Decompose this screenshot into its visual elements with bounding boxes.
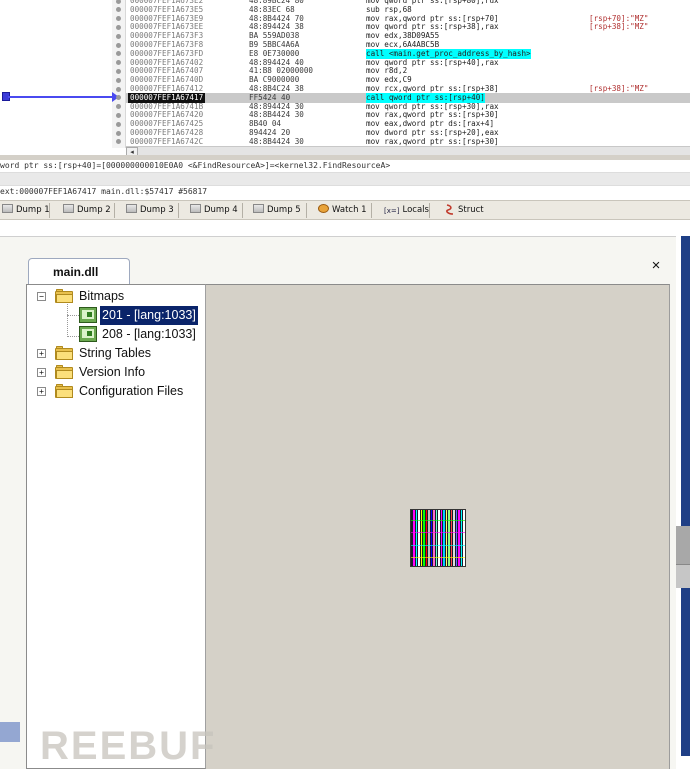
breakpoint-dot-icon[interactable] (116, 130, 121, 136)
tree-node-bitmap-208[interactable]: 208 - [lang:1033] (27, 325, 205, 344)
tree-node-label: Bitmaps (79, 289, 125, 303)
watermark-logo-icon (0, 722, 20, 742)
tree-node-string-tables[interactable]: + String Tables (27, 344, 205, 363)
tab-struct[interactable]: Struct (443, 203, 489, 218)
bitmap-icon (79, 307, 97, 323)
tab-label: Dump 1 (16, 205, 50, 215)
tab-dump-3[interactable]: Dump 3 (124, 203, 179, 218)
dump-icon (63, 204, 74, 213)
bitmap-icon (79, 326, 97, 342)
tab-dump-5[interactable]: Dump 5 (251, 203, 307, 218)
document-tab-main-dll[interactable]: main.dll (28, 258, 130, 284)
locals-icon: [x=] (384, 207, 400, 215)
breakpoint-dot-icon[interactable] (116, 77, 121, 83)
rip-arrow-line (8, 96, 116, 98)
dump-icon (126, 204, 137, 213)
tree-node-label: 201 - [lang:1033] (99, 305, 199, 326)
info-line-operand: word ptr ss:[rsp+40]=[000000000010E0A0 <… (0, 160, 690, 172)
tab-label: Dump 5 (267, 205, 301, 215)
background-scroll-part-2 (676, 564, 690, 588)
background-window-edge (681, 236, 690, 756)
tree-node-bitmap-201[interactable]: 201 - [lang:1033] (27, 305, 205, 326)
tree-node-label: Configuration Files (79, 384, 184, 398)
dump-icon (253, 204, 264, 213)
expand-icon[interactable]: + (37, 349, 46, 358)
watch-icon (318, 204, 329, 213)
branch-gutter (0, 0, 112, 148)
close-icon[interactable]: × (648, 258, 664, 274)
breakpoint-dot-icon[interactable] (116, 42, 121, 48)
bitmap-preview-image (410, 509, 466, 567)
folder-icon (55, 365, 73, 379)
collapse-icon[interactable]: − (37, 292, 46, 301)
tab-label: Watch 1 (332, 205, 367, 215)
expand-icon[interactable]: + (37, 368, 46, 377)
expand-icon[interactable]: + (37, 387, 46, 396)
disassembly-pane[interactable]: 000007FEF1A673E2 48:89BC24 80 mov qword pt… (0, 0, 690, 148)
breakpoint-dot-icon[interactable] (116, 0, 121, 4)
document-tab-label: main.dll (53, 265, 99, 279)
breakpoint-dot-icon[interactable] (116, 24, 121, 30)
dump-icon (190, 204, 201, 213)
watermark-text: REEBUF (40, 724, 217, 768)
tab-label: Dump 2 (77, 205, 111, 215)
watermark: REEBUF (0, 722, 214, 769)
folder-icon (55, 384, 73, 398)
tree-node-label: String Tables (79, 346, 152, 360)
folder-icon (55, 289, 73, 303)
folder-icon (55, 346, 73, 360)
dump-icon (2, 204, 13, 213)
info-line-address: ext:000007FEF1A67417 main.dll:$57417 #56… (0, 186, 690, 198)
background-scroll-part (676, 526, 690, 566)
breakpoint-dot-icon[interactable] (116, 33, 121, 39)
breakpoint-dot-icon[interactable] (116, 112, 121, 118)
breakpoint-dot-icon[interactable] (116, 68, 121, 74)
tree-node-label: Version Info (79, 365, 146, 379)
tab-locals[interactable]: [x=] Locals (382, 203, 430, 218)
struct-icon (445, 204, 455, 215)
tree-node-version-info[interactable]: + Version Info (27, 363, 205, 382)
tab-label: Struct (458, 205, 484, 215)
tab-watch-1[interactable]: Watch 1 (316, 203, 372, 218)
tab-label: Dump 4 (204, 205, 238, 215)
tree-node-label: 208 - [lang:1033] (102, 327, 196, 341)
tab-dump-4[interactable]: Dump 4 (188, 203, 243, 218)
info-separator (0, 172, 690, 186)
tab-label: Locals (402, 205, 429, 215)
tab-dump-2[interactable]: Dump 2 (61, 203, 115, 218)
resource-tree[interactable]: − Bitmaps 201 - [lang:1033] 208 - [lang:… (26, 284, 206, 769)
tree-node-configuration-files[interactable]: + Configuration Files (27, 382, 205, 401)
breakpoint-dot-icon[interactable] (116, 121, 121, 127)
tab-label: Dump 3 (140, 205, 174, 215)
resource-viewer-window: main.dll × − Bitmaps 201 - [lang:1033] 2… (0, 236, 690, 769)
breakpoint-dot-icon[interactable] (116, 86, 121, 92)
dump-tabs-bar: Dump 1 Dump 2 Dump 3 Dump 4 Dump 5 Watch… (0, 200, 690, 220)
tree-node-bitmaps[interactable]: − Bitmaps (27, 287, 205, 306)
tab-dump-1[interactable]: Dump 1 (0, 203, 50, 218)
